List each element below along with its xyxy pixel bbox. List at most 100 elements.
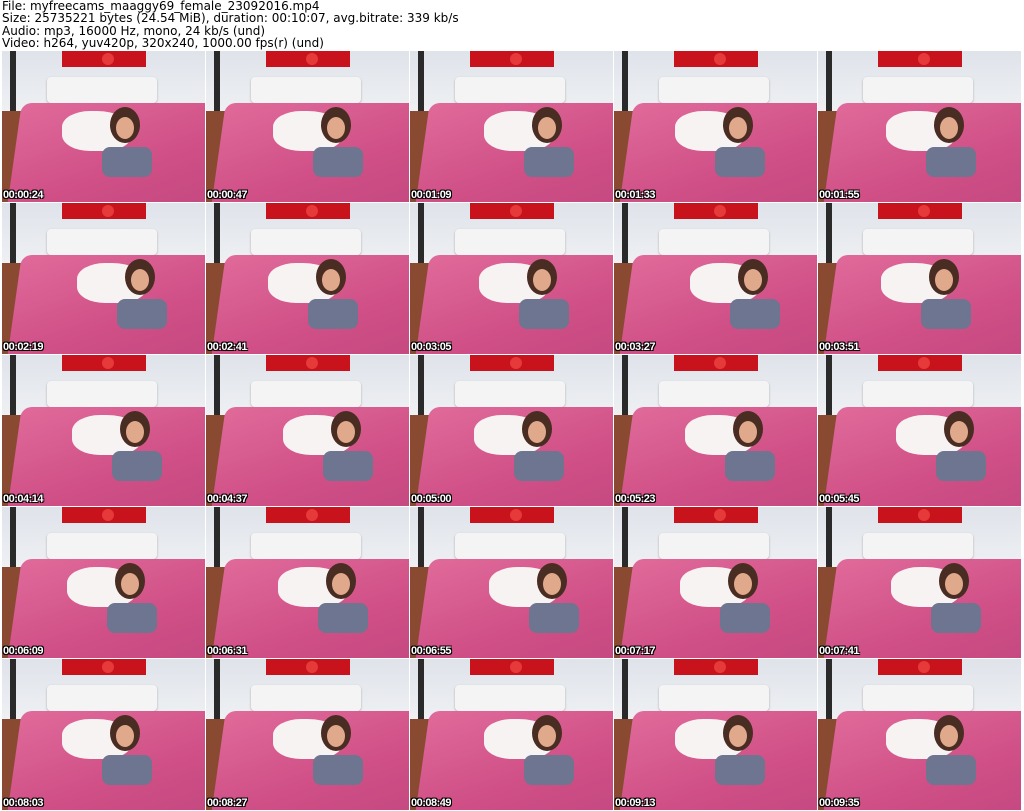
video-thumbnail: 00:00:47	[206, 51, 409, 202]
pillow	[921, 299, 971, 329]
timestamp: 00:04:37	[207, 493, 248, 505]
red-poster	[674, 507, 758, 523]
pillow	[524, 147, 574, 177]
person-face	[116, 117, 134, 139]
headboard	[47, 381, 157, 407]
video-thumbnail: 00:04:37	[206, 355, 409, 506]
pillow	[102, 147, 152, 177]
timestamp: 00:05:00	[411, 493, 452, 505]
headboard	[659, 381, 769, 407]
file-info-header: File: myfreecams_maaggy69_female_2309201…	[2, 0, 459, 49]
pillow	[318, 603, 368, 633]
timestamp: 00:05:45	[819, 493, 860, 505]
video-thumbnail: 00:06:09	[2, 507, 205, 658]
red-poster	[878, 507, 962, 523]
timestamp: 00:07:41	[819, 645, 860, 657]
pillow	[524, 755, 574, 785]
pillow	[715, 147, 765, 177]
red-poster	[266, 355, 350, 371]
red-poster	[674, 659, 758, 675]
person-face	[121, 573, 139, 595]
person-face	[533, 269, 551, 291]
video-thumbnail: 00:00:24	[2, 51, 205, 202]
pillow	[313, 147, 363, 177]
video-thumbnail: 00:08:03	[2, 659, 205, 810]
timestamp: 00:06:31	[207, 645, 248, 657]
headboard	[455, 77, 565, 103]
timestamp: 00:06:55	[411, 645, 452, 657]
timestamp: 00:06:09	[3, 645, 44, 657]
timestamp: 00:04:14	[3, 493, 44, 505]
video-info: Video: h264, yuv420p, 320x240, 1000.00 f…	[2, 35, 324, 50]
red-poster	[62, 203, 146, 219]
red-poster	[674, 51, 758, 67]
pillow	[715, 755, 765, 785]
video-thumbnail: 00:03:27	[614, 203, 817, 354]
timestamp: 00:01:09	[411, 189, 452, 201]
pillow	[936, 451, 986, 481]
headboard	[251, 685, 361, 711]
red-poster	[266, 507, 350, 523]
pillow	[102, 755, 152, 785]
video-thumbnail: 00:07:17	[614, 507, 817, 658]
headboard	[863, 381, 973, 407]
video-thumbnail: 00:06:55	[410, 507, 613, 658]
video-thumbnail: 00:01:55	[818, 51, 1021, 202]
timestamp: 00:01:33	[615, 189, 656, 201]
video-thumbnail: 00:01:09	[410, 51, 613, 202]
pillow	[514, 451, 564, 481]
person-face	[935, 269, 953, 291]
person-face	[744, 269, 762, 291]
video-thumbnail: 00:03:05	[410, 203, 613, 354]
red-poster	[674, 355, 758, 371]
red-poster	[62, 51, 146, 67]
headboard	[455, 229, 565, 255]
red-poster	[878, 659, 962, 675]
person-face	[940, 725, 958, 747]
red-poster	[62, 355, 146, 371]
headboard	[659, 685, 769, 711]
pillow	[926, 755, 976, 785]
pillow	[117, 299, 167, 329]
video-thumbnail: 00:09:13	[614, 659, 817, 810]
person-face	[322, 269, 340, 291]
timestamp: 00:08:27	[207, 797, 248, 809]
person-face	[739, 421, 757, 443]
headboard	[47, 229, 157, 255]
red-poster	[878, 203, 962, 219]
headboard	[251, 533, 361, 559]
headboard	[251, 229, 361, 255]
video-thumbnail: 00:08:27	[206, 659, 409, 810]
red-poster	[470, 507, 554, 523]
red-poster	[62, 507, 146, 523]
red-poster	[266, 51, 350, 67]
timestamp: 00:03:51	[819, 341, 860, 353]
person-face	[528, 421, 546, 443]
pillow	[926, 147, 976, 177]
red-poster	[470, 203, 554, 219]
person-face	[729, 117, 747, 139]
video-thumbnail: 00:09:35	[818, 659, 1021, 810]
video-thumbnail: 00:05:45	[818, 355, 1021, 506]
headboard	[251, 381, 361, 407]
timestamp: 00:00:24	[3, 189, 44, 201]
headboard	[863, 533, 973, 559]
timestamp: 00:09:13	[615, 797, 656, 809]
red-poster	[878, 51, 962, 67]
person-face	[131, 269, 149, 291]
video-thumbnail: 00:04:14	[2, 355, 205, 506]
red-poster	[470, 51, 554, 67]
video-thumbnail: 00:02:41	[206, 203, 409, 354]
headboard	[47, 533, 157, 559]
pillow	[112, 451, 162, 481]
headboard	[455, 533, 565, 559]
timestamp: 00:02:41	[207, 341, 248, 353]
person-face	[538, 117, 556, 139]
pillow	[107, 603, 157, 633]
video-thumbnail: 00:08:49	[410, 659, 613, 810]
person-face	[729, 725, 747, 747]
red-poster	[266, 203, 350, 219]
timestamp: 00:03:05	[411, 341, 452, 353]
timestamp: 00:02:19	[3, 341, 44, 353]
video-thumbnail: 00:05:00	[410, 355, 613, 506]
